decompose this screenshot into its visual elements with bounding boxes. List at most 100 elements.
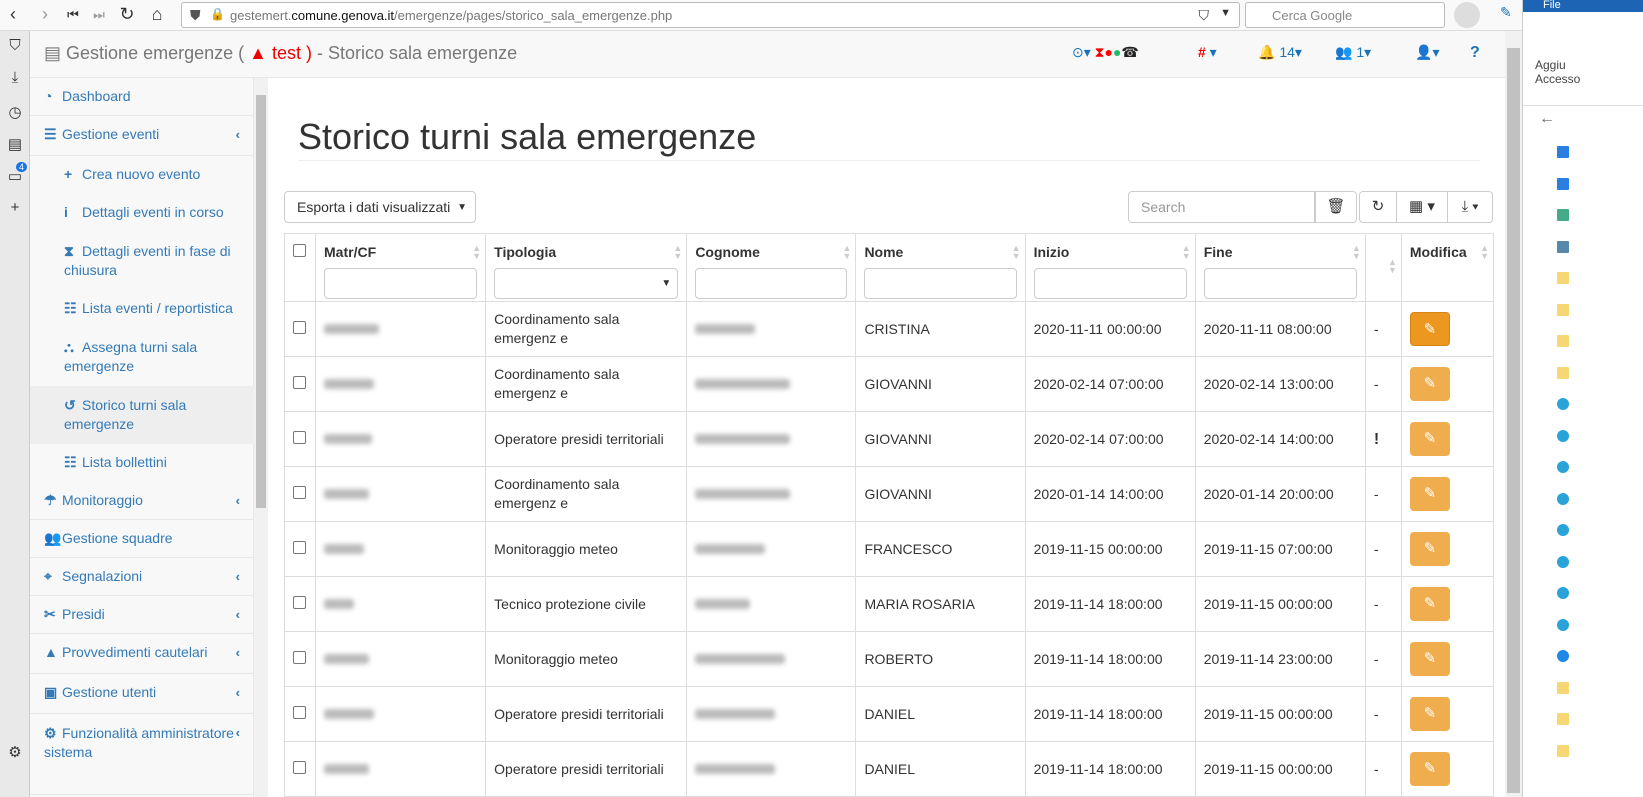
edit-button[interactable]: ✎ [1409, 367, 1450, 401]
sidebar-item-lista-eventi-reportistica[interactable]: ☷ Lista eventi / reportistica [30, 290, 254, 328]
sidebar-item-assegna-turni-sala-emergenze[interactable]: ⛬ Assegna turni sala emergenze [30, 328, 254, 386]
column-filter-input[interactable]: ▼ [494, 268, 679, 299]
network-drive-icon[interactable] [1557, 587, 1569, 599]
search-input[interactable]: Search [1128, 191, 1315, 223]
column-filter-input[interactable] [1203, 268, 1357, 299]
column-header[interactable]: Fine ▲ ▼ [1194, 233, 1366, 302]
edit-button[interactable]: ✎ [1409, 422, 1450, 456]
network-drive-icon[interactable] [1557, 429, 1569, 442]
status-dropdown[interactable]: ⊙▾ ⧗●●☎ [1072, 44, 1139, 61]
edit-button[interactable]: ✎ [1409, 697, 1450, 731]
sidebar-item-dettagli-eventi-in-corso[interactable]: i Dettagli eventi in corso [30, 194, 254, 232]
sidebar-scrollbar-thumb[interactable] [256, 95, 266, 508]
clear-search-button[interactable]: 🗑 [1315, 191, 1357, 223]
monitor-icon[interactable] [1557, 146, 1569, 158]
edit-button[interactable]: ✎ [1409, 477, 1450, 511]
sidebar-item-funzionalit-amministratore-sistema[interactable]: ⚙ Funzionalità amministratore sistema ‹ [30, 714, 254, 795]
row-checkbox[interactable] [293, 320, 306, 334]
column-filter-input[interactable] [1033, 268, 1187, 299]
row-checkbox[interactable] [293, 430, 306, 444]
sidebar-item-gestione-squadre[interactable]: 👥Gestione squadre [30, 520, 254, 558]
skip-back-icon[interactable]: ⏮ [62, 7, 84, 23]
folder-icon[interactable] [1557, 744, 1569, 757]
sidebar-item-dettagli-eventi-in-fase-di-chiusura[interactable]: ⧗ Dettagli eventi in fase di chiusura [30, 232, 254, 290]
network-drive-icon[interactable] [1557, 524, 1569, 536]
dropdown-icon[interactable]: ▼ [1220, 7, 1231, 19]
column-header[interactable]: Tipologia ▲ ▼ ▼ [485, 233, 688, 302]
column-header[interactable]: Cognome ▲ ▼ [686, 233, 857, 302]
row-checkbox[interactable] [293, 760, 306, 774]
network-drive-icon[interactable] [1557, 398, 1569, 410]
edit-button[interactable]: ✎ [1409, 312, 1450, 346]
settings-icon[interactable]: ⚙ [0, 743, 30, 761]
address-bar[interactable]: ⛊ 🔒 gestemert.comune.genova.it/emergenze… [181, 2, 1240, 28]
column-header[interactable]: Modifica ▲ ▼ [1400, 233, 1495, 302]
bookmarks-icon[interactable]: ⛉ [0, 37, 30, 54]
edit-button[interactable]: ✎ [1409, 752, 1450, 786]
folder-icon[interactable] [1557, 303, 1569, 316]
refresh-button[interactable]: ↻ [1359, 191, 1397, 223]
select-all-checkbox[interactable] [293, 244, 306, 257]
download-icon[interactable]: ⤓ [0, 69, 30, 86]
column-header[interactable]: Inizio ▲ ▼ [1024, 233, 1196, 302]
export-button[interactable]: ⤓ ▾ [1447, 191, 1493, 223]
sidebar-item-lista-bollettini[interactable]: ☷ Lista bollettini [30, 444, 254, 482]
folder-icon[interactable] [1557, 681, 1569, 694]
add-panel-icon[interactable]: + [0, 199, 30, 216]
folder-icon[interactable] [1557, 366, 1569, 379]
column-filter-input[interactable] [695, 268, 848, 299]
edit-button[interactable]: ✎ [1409, 532, 1450, 566]
sidebar-item-gestione-utenti[interactable]: ▣ Gestione utenti ‹ [30, 674, 254, 714]
home-icon[interactable]: ⌂ [146, 4, 168, 25]
download-folder-icon[interactable] [1557, 177, 1569, 190]
back-icon[interactable]: ‹ [2, 4, 24, 25]
extension-icon[interactable]: ✎ [1500, 4, 1512, 21]
help-button[interactable]: ? [1470, 44, 1480, 62]
google-search[interactable]: Cerca Google [1245, 2, 1445, 28]
column-header[interactable]: Matr/CF ▲ ▼ [315, 233, 487, 302]
onedrive-icon[interactable] [1557, 650, 1569, 662]
network-drive-icon[interactable] [1557, 461, 1569, 473]
image-icon[interactable] [1557, 240, 1569, 253]
profile-avatar-icon[interactable] [1454, 2, 1480, 28]
export-select[interactable]: Esporta i dati visualizzati ▼ [284, 191, 476, 223]
row-checkbox[interactable] [293, 650, 306, 664]
users-dropdown[interactable]: 👥 1▾ [1335, 44, 1371, 61]
columns-button[interactable]: ▦ ▾ [1396, 191, 1448, 223]
edit-button[interactable]: ✎ [1409, 642, 1450, 676]
row-checkbox[interactable] [293, 375, 306, 389]
column-header[interactable]: ▲ ▼ [1364, 233, 1402, 302]
network-drive-icon[interactable] [1557, 618, 1569, 631]
column-filter-input[interactable] [864, 268, 1017, 299]
page-scrollbar-thumb[interactable] [1507, 48, 1520, 793]
document-icon[interactable] [1557, 209, 1569, 221]
skip-forward-icon[interactable]: ⏭ [88, 7, 110, 23]
column-filter-input[interactable] [324, 268, 478, 299]
sidebar-item-segnalazioni[interactable]: ⌖ Segnalazioni ‹ [30, 558, 254, 596]
forward-icon[interactable]: › [34, 4, 56, 25]
row-checkbox[interactable] [293, 595, 306, 609]
edit-button[interactable]: ✎ [1409, 587, 1450, 621]
sidebar-item-crea-nuovo-evento[interactable]: + Crea nuovo evento [30, 156, 254, 194]
folder-icon[interactable] [1557, 272, 1569, 284]
user-dropdown[interactable]: 👤▾ [1415, 44, 1439, 61]
reload-icon[interactable]: ↻ [116, 4, 138, 25]
sidebar-item-dashboard[interactable]: ◔ Dashboard [30, 78, 254, 116]
history-icon[interactable]: ◷ [0, 103, 30, 121]
sidebar-item-presidi[interactable]: ✂ Presidi ‹ [30, 596, 254, 634]
row-checkbox[interactable] [293, 485, 306, 499]
folder-icon[interactable] [1557, 713, 1569, 725]
row-checkbox[interactable] [293, 705, 306, 719]
sidebar-item-gestione-eventi[interactable]: ☰ Gestione eventi ‹ [30, 116, 254, 156]
column-header[interactable]: Nome ▲ ▼ [855, 233, 1026, 302]
file-tab[interactable]: File [1523, 0, 1643, 12]
folder-icon[interactable] [1557, 335, 1569, 347]
sidebar-item-provvedimenti-cautelari[interactable]: ▲ Provvedimenti cautelari ‹ [30, 634, 254, 674]
network-drive-icon[interactable] [1557, 492, 1569, 505]
sidebar-item-monitoraggio[interactable]: ☂ Monitoraggio ‹ [30, 482, 254, 520]
add-button-label[interactable]: Aggiu Accesso [1535, 58, 1580, 86]
notifications-dropdown[interactable]: 🔔 14▾ [1258, 44, 1302, 61]
network-drive-icon[interactable] [1557, 555, 1569, 568]
hash-dropdown[interactable]: # ▾ [1198, 44, 1217, 61]
sidebar-item-storico-turni-sala-emergenze[interactable]: ↺ Storico turni sala emergenze [30, 386, 254, 444]
